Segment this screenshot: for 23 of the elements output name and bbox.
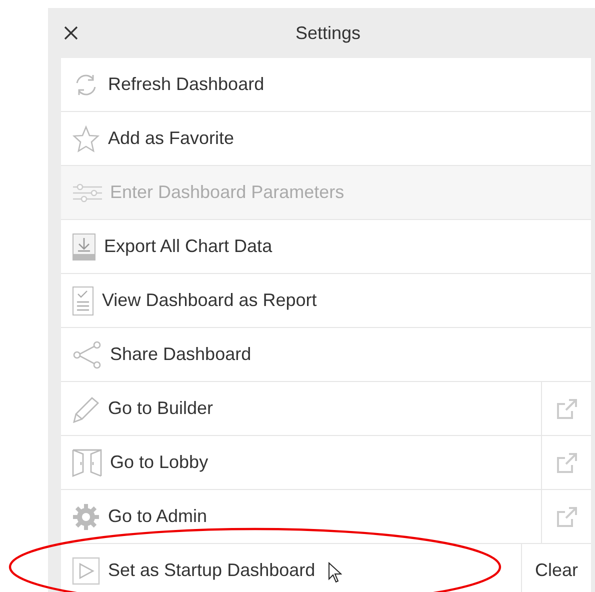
external-link-icon bbox=[554, 396, 578, 420]
cursor-icon bbox=[328, 562, 342, 584]
external-link-icon bbox=[554, 450, 578, 474]
menu-item[interactable]: Go to Admin bbox=[61, 490, 541, 543]
menu-item[interactable]: Share Dashboard bbox=[61, 328, 591, 381]
menu-item[interactable]: Go to Lobby bbox=[61, 436, 541, 489]
star-icon bbox=[72, 124, 100, 152]
menu-item[interactable]: Add as Favorite bbox=[61, 112, 591, 165]
gear-icon bbox=[72, 502, 100, 530]
download-icon bbox=[72, 232, 96, 260]
play-icon bbox=[72, 556, 100, 584]
pencil-icon bbox=[72, 394, 100, 422]
external-link-icon bbox=[554, 504, 578, 528]
window-title: Settings bbox=[295, 22, 361, 44]
menu-item[interactable]: Refresh Dashboard bbox=[61, 58, 591, 111]
doors-icon bbox=[72, 448, 102, 478]
close-icon[interactable] bbox=[64, 26, 78, 40]
share-icon bbox=[72, 340, 102, 368]
checklist-icon bbox=[72, 286, 94, 316]
menu-item[interactable]: Export All Chart Data bbox=[61, 220, 591, 273]
menu-item[interactable]: Go to Builder bbox=[61, 382, 541, 435]
menu-item[interactable]: Set as Startup Dashboard bbox=[61, 544, 521, 592]
menu-item[interactable]: View Dashboard as Report bbox=[61, 274, 591, 327]
